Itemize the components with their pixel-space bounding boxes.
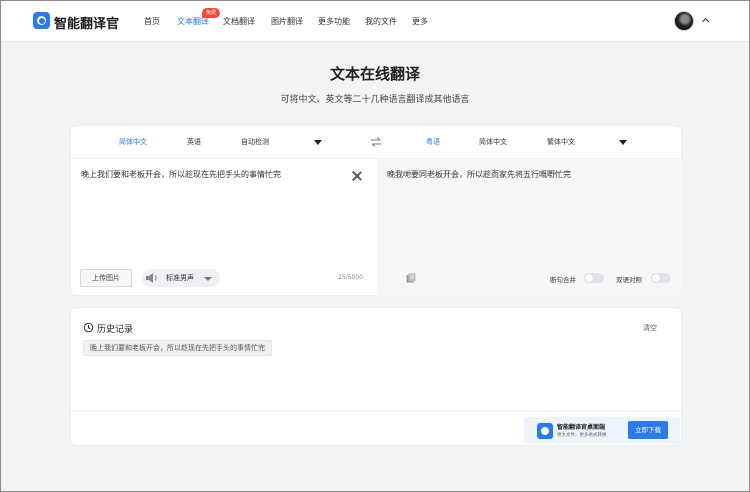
history-item[interactable]: 晚上我们要和老板开会，所以趁现在先把手头的事情忙完: [83, 340, 272, 356]
nav-more-features[interactable]: 更多功能: [318, 16, 350, 27]
source-lang-dropdown-icon[interactable]: [314, 140, 322, 145]
bilingual-toggle[interactable]: [651, 273, 671, 283]
desktop-promo: 智能翻译官桌面端 更大文件、更多格式转换 立即下载: [524, 417, 680, 444]
promo-title: 智能翻译官桌面端: [557, 424, 606, 431]
page-subtitle: 可将中文、英文等二十几种语言翻译成其他语言: [280, 95, 470, 105]
sentence-merge-label: 断句合并: [550, 276, 576, 284]
app-logo-icon[interactable]: [33, 12, 50, 29]
speaker-icon[interactable]: [145, 272, 159, 284]
language-bar: 简体中文 英语 自动检测 粤语 简体中文 繁体中文: [71, 126, 681, 159]
promo-subtitle: 更大文件、更多格式转换: [557, 433, 607, 438]
desktop-app-logo-icon: [537, 423, 553, 439]
top-navbar: 智能翻译官 首页 文本翻译 免费 文档翻译 图片翻译 更多功能 我的文件 更多: [1, 1, 749, 42]
source-lang-english[interactable]: 英语: [187, 137, 201, 147]
target-lang-dropdown-icon[interactable]: [619, 140, 627, 145]
source-text[interactable]: 晚上我们要和老板开会，所以趁现在先把手头的事情忙完: [81, 169, 281, 180]
history-title: 历史记录: [97, 325, 134, 335]
nav-more[interactable]: 更多: [412, 16, 428, 27]
download-button[interactable]: 立即下载: [628, 421, 668, 439]
nav-home[interactable]: 首页: [144, 16, 160, 27]
chevron-down-icon: [204, 277, 212, 281]
nav-doc-translate[interactable]: 文档翻译: [223, 16, 255, 27]
swap-languages-icon[interactable]: [370, 137, 382, 147]
history-card: 历史记录 清空 晚上我们要和老板开会，所以趁现在先把手头的事情忙完 智能翻译官桌…: [70, 307, 683, 446]
target-text: 晚我哋要同老板开会，所以趁而家先将五行嘅嘢忙完: [387, 170, 571, 179]
nav-image-translate[interactable]: 图片翻译: [271, 16, 303, 27]
target-lang-cantonese[interactable]: 粤语: [426, 137, 440, 147]
close-icon[interactable]: [352, 171, 362, 181]
upload-image-button[interactable]: 上传图片: [80, 269, 132, 287]
chevron-up-icon[interactable]: [701, 17, 710, 26]
divider: [71, 411, 683, 412]
nav-my-files[interactable]: 我的文件: [365, 16, 397, 27]
source-lang-simplified-chinese[interactable]: 简体中文: [119, 137, 147, 147]
bilingual-label: 双语对照: [616, 276, 642, 284]
page-title: 文本在线翻译: [329, 65, 420, 83]
voice-select[interactable]: 标准男声: [142, 269, 220, 287]
clear-history-button[interactable]: 清空: [643, 323, 657, 333]
brand-name[interactable]: 智能翻译官: [54, 13, 119, 32]
translate-card: 简体中文 英语 自动检测 粤语 简体中文 繁体中文 晚上我们要和老板开会，所以趁…: [70, 125, 682, 296]
target-text-area: 晚我哋要同老板开会，所以趁而家先将五行嘅嘢忙完 断句合并 双语对照: [377, 159, 682, 296]
char-count: 25/5000: [338, 274, 363, 281]
history-icon: [83, 322, 94, 333]
voice-label: 标准男声: [166, 274, 194, 282]
source-lang-auto-detect[interactable]: 自动检测: [241, 137, 269, 147]
target-lang-traditional-chinese[interactable]: 繁体中文: [547, 137, 575, 147]
source-text-area[interactable]: 晚上我们要和老板开会，所以趁现在先把手头的事情忙完 上传图片 标准男声 25/5…: [71, 159, 377, 296]
user-avatar[interactable]: [674, 11, 694, 31]
target-lang-simplified-chinese[interactable]: 简体中文: [479, 137, 507, 147]
free-badge: 免费: [202, 8, 221, 18]
sentence-merge-toggle[interactable]: [584, 273, 604, 283]
copy-icon[interactable]: [406, 273, 416, 283]
